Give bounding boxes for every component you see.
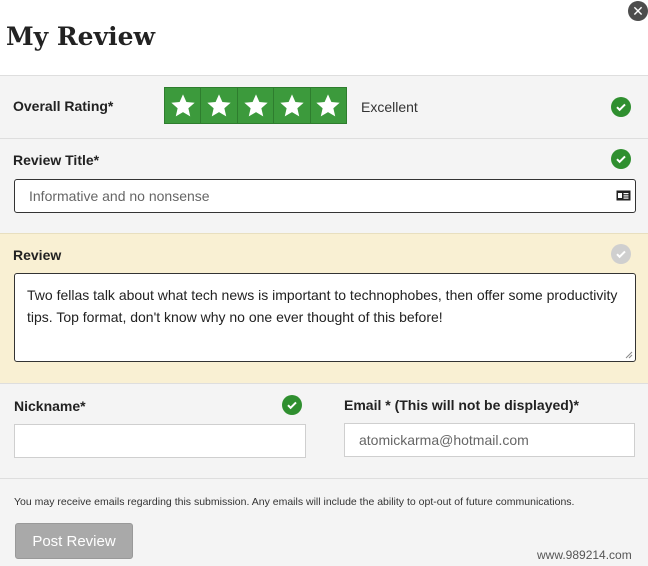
review-text: Two fellas talk about what tech news is … xyxy=(27,287,618,325)
close-icon[interactable]: ✕ xyxy=(628,1,648,21)
review-section: Review Two fellas talk about what tech n… xyxy=(0,233,648,383)
star-icon xyxy=(316,93,340,116)
rating-section: Overall Rating* Excellent xyxy=(0,75,648,138)
email-placeholder: atomickarma@hotmail.com xyxy=(359,432,529,448)
review-title-value: Informative and no nonsense xyxy=(29,188,210,204)
star-4[interactable] xyxy=(274,88,311,123)
nickname-check-icon xyxy=(282,395,302,415)
review-title-input[interactable]: Informative and no nonsense xyxy=(14,179,636,213)
page-title: My Review xyxy=(6,22,156,51)
watermark: www.989214.com xyxy=(537,548,632,562)
nickname-input[interactable] xyxy=(14,424,306,458)
review-title-label: Review Title* xyxy=(13,152,100,168)
email-input[interactable]: atomickarma@hotmail.com xyxy=(344,423,635,457)
nickname-label: Nickname* xyxy=(14,398,86,414)
resize-handle-icon[interactable] xyxy=(625,351,633,359)
rating-label: Overall Rating* xyxy=(13,98,114,114)
star-icon xyxy=(207,93,231,116)
review-label: Review xyxy=(13,247,62,263)
review-pending-check-icon xyxy=(611,244,631,264)
review-title-check-icon xyxy=(611,149,631,169)
review-title-section: Review Title* Informative and no nonsens… xyxy=(0,138,648,233)
email-notice: You may receive emails regarding this su… xyxy=(14,496,575,508)
star-2[interactable] xyxy=(201,88,238,123)
star-3[interactable] xyxy=(238,88,275,123)
rating-text: Excellent xyxy=(361,99,418,115)
post-review-button[interactable]: Post Review xyxy=(15,523,133,559)
star-icon xyxy=(171,93,195,116)
rating-check-icon xyxy=(611,97,631,117)
star-rating[interactable] xyxy=(164,87,347,124)
contact-section: Nickname* Email * (This will not be disp… xyxy=(0,383,648,478)
contact-card-icon[interactable] xyxy=(616,190,631,201)
star-1[interactable] xyxy=(165,88,202,123)
email-label: Email * (This will not be displayed)* xyxy=(344,397,579,413)
star-icon xyxy=(243,93,268,116)
review-textarea[interactable]: Two fellas talk about what tech news is … xyxy=(14,273,636,362)
star-icon xyxy=(280,93,304,116)
star-5[interactable] xyxy=(311,88,346,123)
